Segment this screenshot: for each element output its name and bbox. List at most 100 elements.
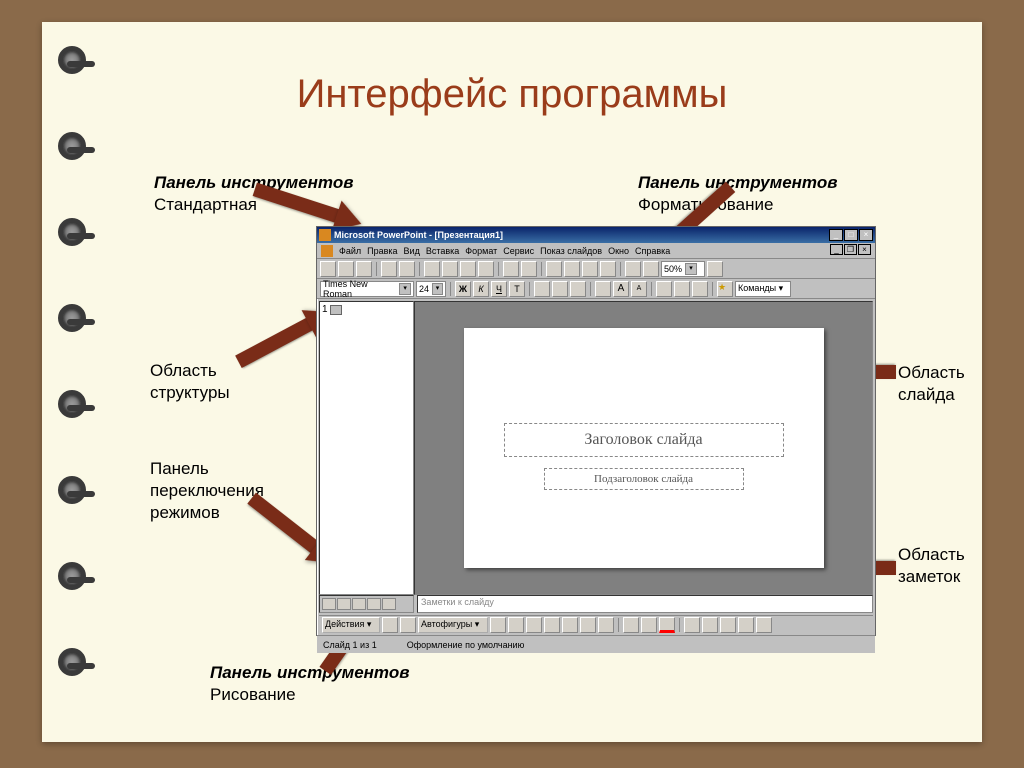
menu-tools[interactable]: Сервис <box>503 246 534 256</box>
outline-view-icon[interactable] <box>337 598 351 610</box>
slide-pane[interactable]: Заголовок слайда Подзаголовок слайда <box>414 301 873 595</box>
menu-view[interactable]: Вид <box>404 246 420 256</box>
menu-slideshow[interactable]: Показ слайдов <box>540 246 602 256</box>
menu-file[interactable]: Файл <box>339 246 361 256</box>
paste-icon[interactable] <box>460 261 476 277</box>
ring-icon <box>58 476 86 504</box>
font-size-combo[interactable]: 24▾ <box>416 281 446 297</box>
clipart-icon[interactable] <box>598 617 614 633</box>
wordart-icon[interactable] <box>580 617 596 633</box>
draw-menu[interactable]: Действия ▾ <box>322 617 380 633</box>
menu-help[interactable]: Справка <box>635 246 670 256</box>
zoom-combo[interactable]: 50%▾ <box>661 261 705 277</box>
slideshow-view-icon[interactable] <box>382 598 396 610</box>
child-close-button[interactable]: × <box>858 244 871 255</box>
bold-icon[interactable]: Ж <box>455 281 471 297</box>
cut-icon[interactable] <box>424 261 440 277</box>
minimize-button[interactable]: _ <box>829 229 843 241</box>
undo-icon[interactable] <box>503 261 519 277</box>
ring-icon <box>58 132 86 160</box>
menu-format[interactable]: Формат <box>465 246 497 256</box>
menu-bar: Файл Правка Вид Вставка Формат Сервис По… <box>317 243 875 259</box>
menu-edit[interactable]: Правка <box>367 246 397 256</box>
select-icon[interactable] <box>382 617 398 633</box>
child-minimize-button[interactable]: _ <box>830 244 843 255</box>
spellcheck-icon[interactable] <box>399 261 415 277</box>
help-icon[interactable] <box>707 261 723 277</box>
increase-font-icon[interactable]: A <box>613 281 629 297</box>
line-icon[interactable] <box>490 617 506 633</box>
status-bar: Слайд 1 из 1 Оформление по умолчанию <box>317 635 875 653</box>
new-slide-icon[interactable] <box>600 261 616 277</box>
arrow-style-icon[interactable] <box>720 617 736 633</box>
bullets-icon[interactable] <box>595 281 611 297</box>
animate-icon[interactable] <box>692 281 708 297</box>
new-icon[interactable] <box>320 261 336 277</box>
slide-page: Интерфейс программы Панель инструментов … <box>42 22 982 742</box>
ring-icon <box>58 390 86 418</box>
oval-icon[interactable] <box>544 617 560 633</box>
work-area: 1 Заголовок слайда Подзаголовок слайда <box>319 301 873 595</box>
align-left-icon[interactable] <box>534 281 550 297</box>
commands-combo[interactable]: Команды ▾ <box>735 281 791 297</box>
align-center-icon[interactable] <box>552 281 568 297</box>
ring-icon <box>58 46 86 74</box>
arrow-icon[interactable] <box>508 617 524 633</box>
print-icon[interactable] <box>381 261 397 277</box>
italic-icon[interactable]: К <box>473 281 489 297</box>
window-titlebar: Microsoft PowerPoint - [Презентация1] _ … <box>317 227 875 243</box>
notes-pane[interactable]: Заметки к слайду <box>417 595 873 613</box>
decrease-font-icon[interactable]: A <box>631 281 647 297</box>
sorter-view-icon[interactable] <box>367 598 381 610</box>
autoshapes-menu[interactable]: Автофигуры ▾ <box>418 617 488 633</box>
shadow-style-icon[interactable] <box>738 617 754 633</box>
outline-number: 1 <box>322 304 328 315</box>
standard-toolbar: 50%▾ <box>317 259 875 279</box>
grayscale-icon[interactable] <box>643 261 659 277</box>
underline-icon[interactable]: Ч <box>491 281 507 297</box>
redo-icon[interactable] <box>521 261 537 277</box>
subtitle-placeholder[interactable]: Подзаголовок слайда <box>544 468 744 490</box>
shadow-icon[interactable]: Т <box>509 281 525 297</box>
child-window-controls: _ ❐ × <box>830 244 871 255</box>
child-restore-button[interactable]: ❐ <box>844 244 857 255</box>
3d-style-icon[interactable] <box>756 617 772 633</box>
close-button[interactable]: × <box>859 229 873 241</box>
rectangle-icon[interactable] <box>526 617 542 633</box>
hyperlink-icon[interactable] <box>546 261 562 277</box>
label-notes-area: Область заметок <box>898 544 978 588</box>
star-icon[interactable]: ★ <box>717 281 733 297</box>
outline-pane[interactable]: 1 <box>319 301 414 595</box>
copy-icon[interactable] <box>442 261 458 277</box>
table-icon[interactable] <box>564 261 580 277</box>
save-icon[interactable] <box>356 261 372 277</box>
fill-color-icon[interactable] <box>623 617 639 633</box>
demote-icon[interactable] <box>674 281 690 297</box>
dash-style-icon[interactable] <box>702 617 718 633</box>
title-placeholder[interactable]: Заголовок слайда <box>504 423 784 457</box>
slide-canvas[interactable]: Заголовок слайда Подзаголовок слайда <box>464 328 824 568</box>
rotate-icon[interactable] <box>400 617 416 633</box>
align-right-icon[interactable] <box>570 281 586 297</box>
font-combo[interactable]: Times New Roman▾ <box>320 281 414 297</box>
ring-icon <box>58 218 86 246</box>
outline-item[interactable]: 1 <box>322 304 411 315</box>
line-style-icon[interactable] <box>684 617 700 633</box>
promote-icon[interactable] <box>656 281 672 297</box>
app-icon <box>319 229 331 241</box>
textbox-icon[interactable] <box>562 617 578 633</box>
format-painter-icon[interactable] <box>478 261 494 277</box>
maximize-button[interactable]: □ <box>844 229 858 241</box>
line-color-icon[interactable] <box>641 617 657 633</box>
expand-icon[interactable] <box>625 261 641 277</box>
open-icon[interactable] <box>338 261 354 277</box>
formatting-toolbar: Times New Roman▾ 24▾ Ж К Ч Т A A ★ <box>317 279 875 299</box>
normal-view-icon[interactable] <box>322 598 336 610</box>
powerpoint-window: Microsoft PowerPoint - [Презентация1] _ … <box>316 226 876 636</box>
view-buttons <box>319 595 414 613</box>
slide-view-icon[interactable] <box>352 598 366 610</box>
font-color-icon[interactable] <box>659 617 675 633</box>
chart-icon[interactable] <box>582 261 598 277</box>
menu-insert[interactable]: Вставка <box>426 246 459 256</box>
menu-window[interactable]: Окно <box>608 246 629 256</box>
